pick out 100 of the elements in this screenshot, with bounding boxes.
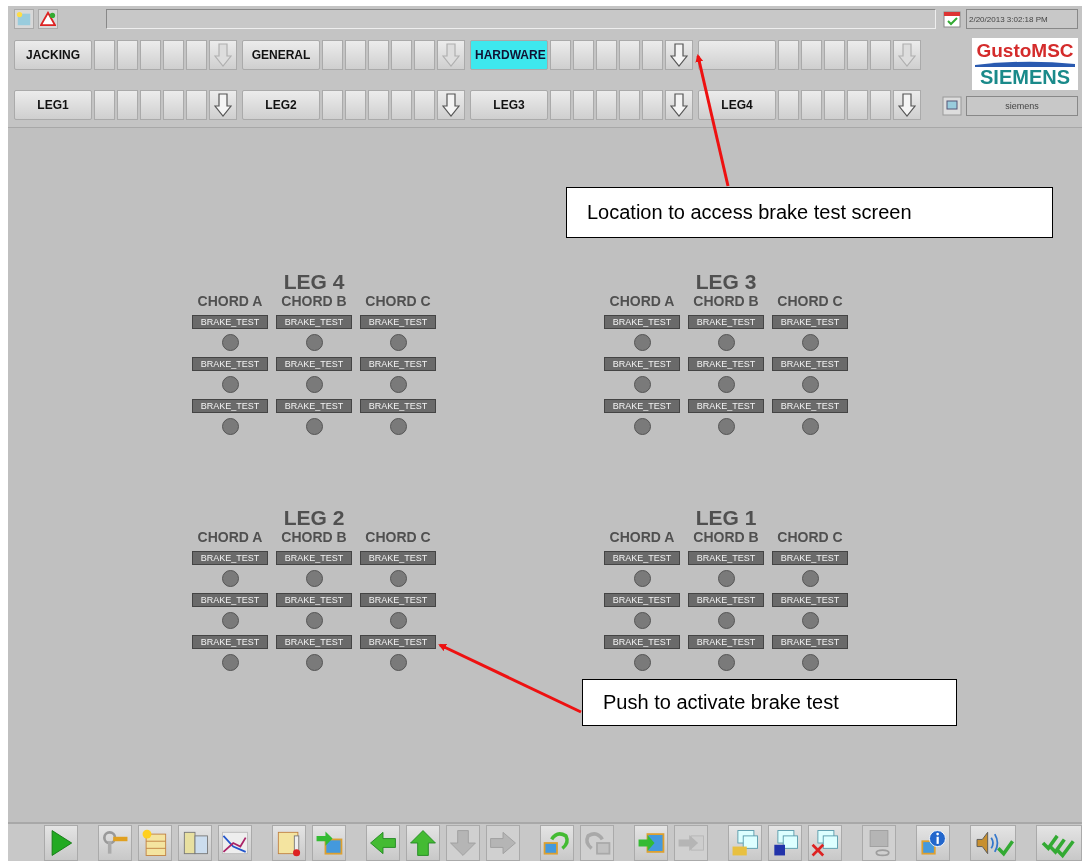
brake-test-button[interactable]: BRAKE_TEST (192, 399, 268, 413)
menu-button[interactable] (698, 40, 776, 70)
brake-test-button[interactable]: BRAKE_TEST (276, 593, 352, 607)
user-field: siemens (966, 96, 1078, 116)
empty-button[interactable] (414, 90, 435, 120)
empty-button[interactable] (847, 90, 868, 120)
empty-button[interactable] (801, 90, 822, 120)
empty-button[interactable] (391, 40, 412, 70)
brake-test-button[interactable]: BRAKE_TEST (604, 635, 680, 649)
dropdown-button[interactable] (893, 90, 921, 120)
brake-test-button[interactable]: BRAKE_TEST (360, 635, 436, 649)
empty-button[interactable] (550, 40, 571, 70)
toolbar-button[interactable] (218, 824, 252, 861)
brake-test-button[interactable]: BRAKE_TEST (276, 635, 352, 649)
empty-button[interactable] (163, 40, 184, 70)
brake-test-button[interactable]: BRAKE_TEST (772, 593, 848, 607)
dropdown-button[interactable] (665, 90, 693, 120)
menu-button[interactable]: GENERAL (242, 40, 320, 70)
brake-test-button[interactable]: BRAKE_TEST (688, 635, 764, 649)
menu-button[interactable]: JACKING (14, 40, 92, 70)
toolbar-button[interactable] (916, 824, 950, 861)
empty-button[interactable] (642, 90, 663, 120)
brake-test-button[interactable]: BRAKE_TEST (772, 551, 848, 565)
empty-button[interactable] (414, 40, 435, 70)
brake-test-button[interactable]: BRAKE_TEST (604, 399, 680, 413)
brake-test-button[interactable]: BRAKE_TEST (688, 357, 764, 371)
empty-button[interactable] (870, 90, 891, 120)
brake-test-button[interactable]: BRAKE_TEST (192, 315, 268, 329)
toolbar-button[interactable] (808, 824, 842, 861)
menu-button[interactable]: LEG2 (242, 90, 320, 120)
brake-test-button[interactable]: BRAKE_TEST (688, 551, 764, 565)
menu-button[interactable]: LEG4 (698, 90, 776, 120)
brake-test-button[interactable]: BRAKE_TEST (604, 357, 680, 371)
monitor-icon[interactable] (942, 96, 962, 116)
empty-button[interactable] (847, 40, 868, 70)
empty-button[interactable] (824, 40, 845, 70)
brake-test-button[interactable]: BRAKE_TEST (192, 593, 268, 607)
empty-button[interactable] (140, 40, 161, 70)
menu-button[interactable]: HARDWARE (470, 40, 548, 70)
empty-button[interactable] (573, 90, 594, 120)
empty-button[interactable] (619, 40, 640, 70)
empty-button[interactable] (778, 90, 799, 120)
empty-button[interactable] (368, 40, 389, 70)
brake-test-button[interactable]: BRAKE_TEST (688, 399, 764, 413)
empty-button[interactable] (186, 40, 207, 70)
empty-button[interactable] (322, 90, 343, 120)
empty-button[interactable] (550, 90, 571, 120)
brake-test-button[interactable]: BRAKE_TEST (604, 315, 680, 329)
empty-button[interactable] (778, 40, 799, 70)
brake-test-button[interactable]: BRAKE_TEST (192, 357, 268, 371)
empty-button[interactable] (186, 90, 207, 120)
brake-test-button[interactable]: BRAKE_TEST (276, 551, 352, 565)
calendar-icon[interactable] (942, 9, 962, 29)
toolbar-button[interactable] (272, 824, 306, 861)
empty-button[interactable] (801, 40, 822, 70)
brake-test-button[interactable]: BRAKE_TEST (360, 315, 436, 329)
empty-button[interactable] (117, 90, 138, 120)
menu-button[interactable]: LEG1 (14, 90, 92, 120)
brake-test-button[interactable]: BRAKE_TEST (604, 551, 680, 565)
empty-button[interactable] (642, 40, 663, 70)
brake-test-button[interactable]: BRAKE_TEST (360, 357, 436, 371)
empty-button[interactable] (94, 40, 115, 70)
empty-button[interactable] (596, 40, 617, 70)
empty-button[interactable] (824, 90, 845, 120)
empty-button[interactable] (163, 90, 184, 120)
brake-test-button[interactable]: BRAKE_TEST (276, 357, 352, 371)
toolbar-button[interactable] (768, 824, 802, 861)
empty-button[interactable] (619, 90, 640, 120)
brake-test-button[interactable]: BRAKE_TEST (772, 635, 848, 649)
brake-test-button[interactable]: BRAKE_TEST (360, 593, 436, 607)
empty-button[interactable] (94, 90, 115, 120)
brake-test-button[interactable]: BRAKE_TEST (360, 399, 436, 413)
menu-button[interactable]: LEG3 (470, 90, 548, 120)
brake-test-button[interactable]: BRAKE_TEST (772, 315, 848, 329)
brake-test-button[interactable]: BRAKE_TEST (688, 315, 764, 329)
brake-test-button[interactable]: BRAKE_TEST (192, 635, 268, 649)
indicator-lamp (633, 334, 651, 351)
empty-button[interactable] (117, 40, 138, 70)
empty-button[interactable] (870, 40, 891, 70)
dropdown-button[interactable] (437, 90, 465, 120)
empty-button[interactable] (368, 90, 389, 120)
empty-button[interactable] (596, 90, 617, 120)
brake-test-button[interactable]: BRAKE_TEST (772, 357, 848, 371)
brake-test-button[interactable]: BRAKE_TEST (772, 399, 848, 413)
dropdown-button[interactable] (665, 40, 693, 70)
dropdown-button[interactable] (209, 90, 237, 120)
empty-button[interactable] (322, 40, 343, 70)
warning-icon[interactable] (38, 9, 58, 29)
toolbar-button[interactable] (970, 824, 1016, 861)
empty-button[interactable] (391, 90, 412, 120)
empty-button[interactable] (573, 40, 594, 70)
empty-button[interactable] (140, 90, 161, 120)
empty-button[interactable] (345, 90, 366, 120)
brake-test-button[interactable]: BRAKE_TEST (276, 315, 352, 329)
brake-test-button[interactable]: BRAKE_TEST (604, 593, 680, 607)
brake-test-button[interactable]: BRAKE_TEST (276, 399, 352, 413)
brake-test-button[interactable]: BRAKE_TEST (688, 593, 764, 607)
brake-test-button[interactable]: BRAKE_TEST (360, 551, 436, 565)
empty-button[interactable] (345, 40, 366, 70)
brake-test-button[interactable]: BRAKE_TEST (192, 551, 268, 565)
